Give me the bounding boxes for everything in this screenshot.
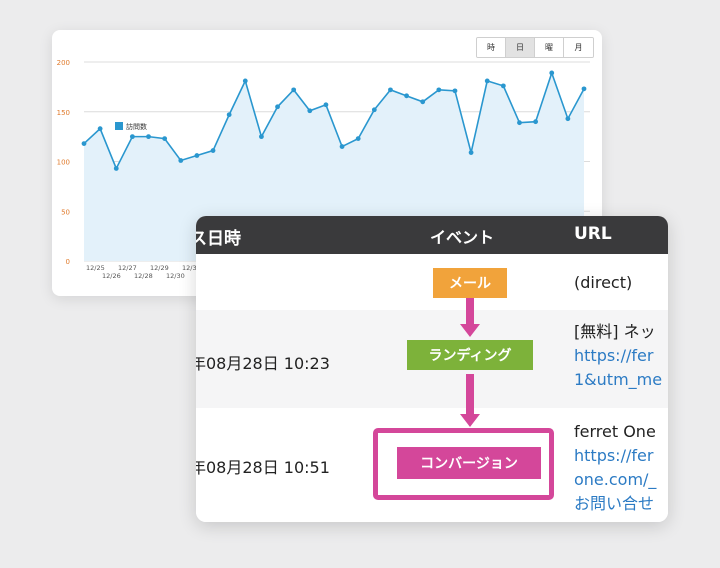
table-row: メール (direct) xyxy=(196,254,668,310)
table-row: 年08月28日 10:51 コンバージョン ferret One https:/… xyxy=(196,408,668,522)
table-row: 年08月28日 10:23 ランディング [無料] ネッ https://fer… xyxy=(196,310,668,408)
data-point xyxy=(355,136,361,142)
event-tag-conversion: コンバージョン xyxy=(397,447,541,479)
data-point xyxy=(323,102,329,108)
url-cell: [無料] ネッ https://fer 1&utm_me xyxy=(574,320,662,392)
data-point xyxy=(259,134,264,140)
data-point xyxy=(500,83,506,89)
data-point xyxy=(210,148,216,153)
data-point xyxy=(581,86,587,92)
data-point xyxy=(533,119,539,125)
data-point xyxy=(275,104,280,110)
data-point xyxy=(129,134,135,140)
y-tick-label: 200 xyxy=(57,59,70,67)
data-point xyxy=(565,116,571,122)
event-tag-landing: ランディング xyxy=(407,340,533,370)
data-point xyxy=(436,87,442,93)
data-point xyxy=(517,120,522,126)
x-tick-label: 12/27 xyxy=(118,264,137,272)
legend-swatch xyxy=(115,122,123,130)
x-tick-label: 12/30 xyxy=(166,272,185,280)
data-point xyxy=(146,134,151,140)
data-point xyxy=(404,93,409,99)
data-point xyxy=(468,150,474,155)
date-cell: 年08月28日 10:51 xyxy=(196,458,330,477)
url-link[interactable]: https://fer xyxy=(574,444,656,468)
data-point xyxy=(194,153,200,158)
data-point xyxy=(178,158,184,163)
url-text: ferret One xyxy=(574,422,656,441)
url-cell: ferret One https://fer one.com/_ お問い合せ xyxy=(574,420,656,516)
legend-label: 訪問数 xyxy=(126,122,147,131)
data-point xyxy=(242,78,248,84)
data-point xyxy=(113,166,119,171)
url-link[interactable]: one.com/_ xyxy=(574,468,656,492)
data-point xyxy=(291,87,297,93)
y-tick-label: 50 xyxy=(61,208,70,216)
y-tick-label: 100 xyxy=(57,159,70,167)
data-point xyxy=(549,70,555,76)
url-cell: (direct) xyxy=(574,271,632,295)
data-point xyxy=(81,141,87,146)
data-point xyxy=(452,88,458,94)
data-point xyxy=(388,87,393,93)
x-tick-label: 12/28 xyxy=(134,272,153,280)
data-point xyxy=(420,99,426,105)
data-point xyxy=(162,136,168,142)
event-table-card: ス日時 イベント URL メール (direct) 年08月28日 10:23 … xyxy=(196,216,668,522)
data-point xyxy=(371,107,377,113)
url-link[interactable]: 1&utm_me xyxy=(574,368,662,392)
header-event: イベント xyxy=(430,228,495,247)
data-point xyxy=(339,144,345,149)
data-point xyxy=(484,78,490,84)
url-text: [無料] ネッ xyxy=(574,322,656,341)
url-link[interactable]: https://fer xyxy=(574,344,662,368)
y-tick-label: 0 xyxy=(66,258,70,266)
data-point xyxy=(307,108,313,114)
x-tick-label: 12/26 xyxy=(102,272,121,280)
data-point xyxy=(226,112,232,118)
x-tick-label: 12/25 xyxy=(86,264,105,272)
flow-arrow-down-icon xyxy=(460,298,480,338)
header-url: URL xyxy=(574,224,612,244)
url-link[interactable]: お問い合せ xyxy=(574,492,656,516)
x-tick-label: 12/29 xyxy=(150,264,169,272)
event-tag-mail: メール xyxy=(433,268,507,298)
flow-arrow-down-icon xyxy=(460,374,480,430)
url-text: (direct) xyxy=(574,273,633,292)
header-date: ス日時 xyxy=(196,229,241,249)
y-tick-label: 150 xyxy=(57,109,70,117)
table-header: ス日時 イベント URL xyxy=(196,216,668,254)
data-point xyxy=(97,126,103,132)
date-cell: 年08月28日 10:23 xyxy=(196,354,330,373)
